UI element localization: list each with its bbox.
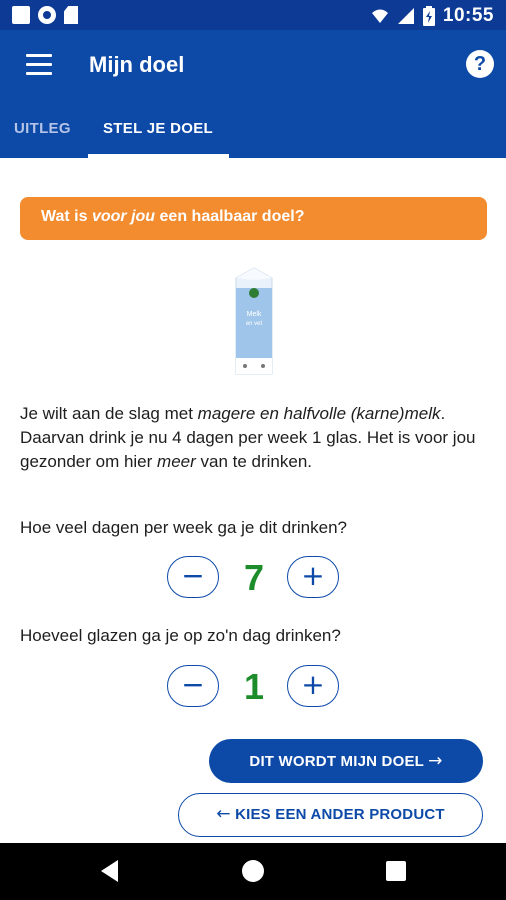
glasses-question: Hoeveel glazen ga je op zo'n dag drinken… (20, 626, 341, 645)
home-icon[interactable] (242, 860, 264, 882)
desc-part-3: van te drinken. (195, 452, 313, 471)
confirm-goal-label: DIT WORDT MIJN DOEL (249, 753, 424, 770)
back-icon[interactable] (101, 860, 118, 882)
system-icons: 10:55 (371, 5, 494, 27)
battery-icon (422, 6, 435, 26)
clock: 10:55 (442, 5, 494, 26)
wifi-icon (371, 9, 388, 23)
banner-prefix: Wat is (41, 208, 92, 225)
banner-suffix: een haalbaar doel? (155, 208, 305, 225)
app-bar: Mijn doel ? (0, 30, 506, 100)
choose-other-product-button[interactable]: ← KIES EEN ANDER PRODUCT (178, 793, 483, 837)
page-title: Mijn doel (89, 52, 185, 77)
banner-emphasis: voor jou (91, 208, 156, 225)
tab-uitleg[interactable]: UITLEG (14, 120, 71, 137)
product-sub-text: en vet (246, 321, 263, 327)
desc-emphasis-meer: meer (157, 452, 196, 471)
sd-card-icon (64, 6, 78, 24)
product-brand-text: Melk (247, 311, 262, 318)
system-navigation-bar (0, 843, 506, 900)
milk-carton-image: Melk en vet (235, 267, 273, 375)
glasses-increment-button[interactable]: + (287, 665, 339, 707)
choose-other-product-label: KIES EEN ANDER PRODUCT (235, 806, 445, 823)
goal-banner: Wat is voor jou een haalbaar doel? (20, 197, 487, 240)
goal-description: Je wilt aan de slag met magere en halfvo… (20, 402, 486, 474)
notification-square-icon (12, 6, 30, 24)
notification-icons (12, 6, 78, 24)
glasses-decrement-button[interactable]: − (167, 665, 219, 707)
help-icon[interactable]: ? (466, 50, 494, 78)
menu-icon[interactable] (26, 54, 52, 76)
days-value: 7 (243, 557, 265, 598)
glasses-value: 1 (243, 666, 265, 707)
recent-apps-icon[interactable] (386, 861, 406, 881)
tab-bar: UITLEG STEL JE DOEL (0, 100, 506, 158)
days-increment-button[interactable]: + (287, 556, 339, 598)
arrow-left-icon: ← (216, 804, 231, 824)
notification-circle-icon (38, 6, 56, 24)
signal-icon (397, 8, 414, 24)
days-decrement-button[interactable]: − (167, 556, 219, 598)
active-tab-indicator (88, 154, 229, 158)
tab-stel-je-doel[interactable]: STEL JE DOEL (103, 120, 213, 137)
status-bar: 10:55 (0, 0, 506, 30)
confirm-goal-button[interactable]: DIT WORDT MIJN DOEL → (209, 739, 483, 783)
arrow-right-icon: → (428, 751, 443, 771)
desc-part-1: Je wilt aan de slag met (20, 404, 198, 423)
days-question: Hoe veel dagen per week ga je dit drinke… (20, 518, 347, 537)
desc-emphasis-product: magere en halfvolle (karne)melk (197, 404, 441, 423)
